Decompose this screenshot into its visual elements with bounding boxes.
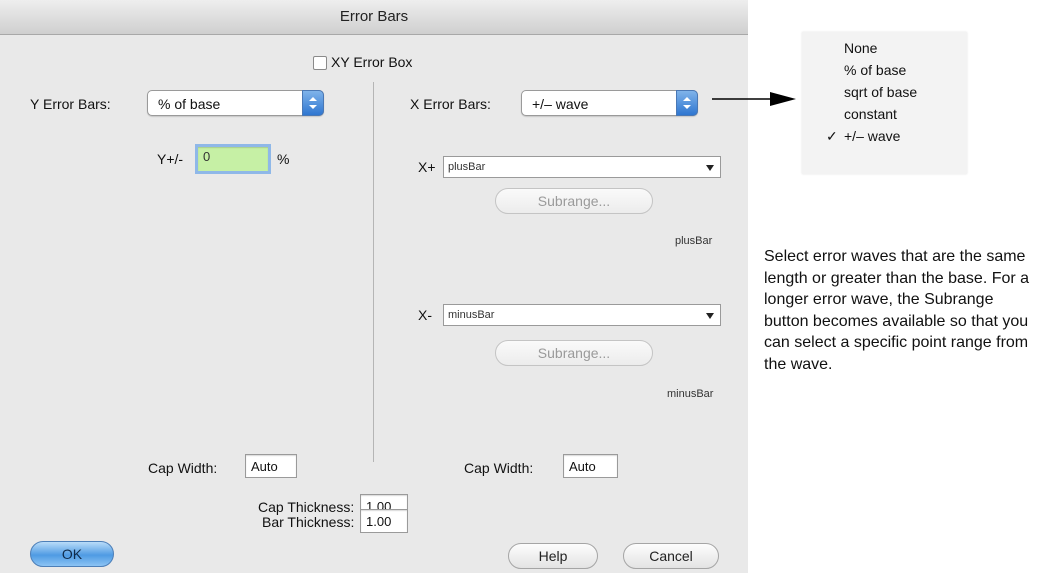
- section-divider: [373, 82, 374, 462]
- menu-item-sqrt-of-base[interactable]: sqrt of base: [802, 81, 967, 103]
- popup-stepper-icon: [676, 90, 698, 116]
- bar-thickness-label: Bar Thickness:: [262, 514, 355, 530]
- cancel-button[interactable]: Cancel: [623, 543, 719, 569]
- x-minus-subrange-button[interactable]: Subrange...: [495, 340, 653, 366]
- x-minus-wave-select[interactable]: minusBar: [443, 304, 721, 326]
- xy-error-box-checkbox[interactable]: [313, 56, 327, 70]
- y-error-bars-popup[interactable]: % of base: [147, 90, 324, 116]
- pointer-arrow-icon: [712, 92, 796, 106]
- x-cap-width-input[interactable]: Auto: [563, 454, 618, 478]
- x-minus-caption: minusBar: [667, 388, 714, 400]
- y-plusminus-label: Y+/-: [157, 151, 184, 167]
- y-cap-width-label: Cap Width:: [148, 460, 218, 476]
- ok-button[interactable]: OK: [30, 541, 114, 567]
- x-plus-subrange-button[interactable]: Subrange...: [495, 188, 653, 214]
- dropdown-arrow-icon: [706, 313, 714, 319]
- x-plus-caption: plusBar: [675, 235, 713, 247]
- x-minus-wave-value: minusBar: [448, 309, 495, 321]
- x-error-bars-menu: None % of base sqrt of base constant ✓ +…: [802, 32, 967, 174]
- y-plusminus-input[interactable]: 0: [195, 144, 271, 174]
- y-error-bars-label: Y Error Bars:: [30, 96, 111, 112]
- bar-thickness-input[interactable]: 1.00: [360, 509, 408, 533]
- popup-stepper-icon: [302, 90, 324, 116]
- menu-item-label: % of base: [844, 62, 907, 78]
- checkmark-icon: ✓: [826, 128, 838, 144]
- error-bars-dialog: Error Bars XY Error Box Y Error Bars: % …: [0, 0, 748, 573]
- x-plus-wave-value: plusBar: [448, 161, 486, 173]
- x-error-bars-popup[interactable]: +/– wave: [521, 90, 698, 116]
- x-error-bars-label: X Error Bars:: [410, 96, 491, 112]
- cap-thickness-label: Cap Thickness:: [258, 499, 355, 515]
- x-minus-label: X-: [418, 307, 432, 323]
- menu-item-none[interactable]: None: [802, 37, 967, 59]
- x-plus-wave-select[interactable]: plusBar: [443, 156, 721, 178]
- menu-item-plusminus-wave[interactable]: ✓ +/– wave: [802, 125, 967, 147]
- y-percent-unit: %: [277, 151, 290, 167]
- menu-item-label: None: [844, 40, 878, 56]
- help-button[interactable]: Help: [508, 543, 598, 569]
- dropdown-arrow-icon: [706, 165, 714, 171]
- x-error-bars-value: +/– wave: [532, 96, 589, 112]
- x-cap-width-label: Cap Width:: [464, 460, 534, 476]
- y-error-bars-value: % of base: [158, 96, 221, 112]
- menu-item-label: sqrt of base: [844, 84, 918, 100]
- x-plus-label: X+: [418, 159, 436, 175]
- menu-item-constant[interactable]: constant: [802, 103, 967, 125]
- y-cap-width-input[interactable]: Auto: [245, 454, 297, 478]
- xy-error-box-label: XY Error Box: [331, 54, 413, 70]
- menu-item-label: constant: [844, 106, 897, 122]
- menu-item-label: +/– wave: [844, 128, 901, 144]
- annotation-note: Select error waves that are the same len…: [764, 248, 1030, 373]
- menu-item-percent-of-base[interactable]: % of base: [802, 59, 967, 81]
- dialog-title: Error Bars: [0, 0, 748, 35]
